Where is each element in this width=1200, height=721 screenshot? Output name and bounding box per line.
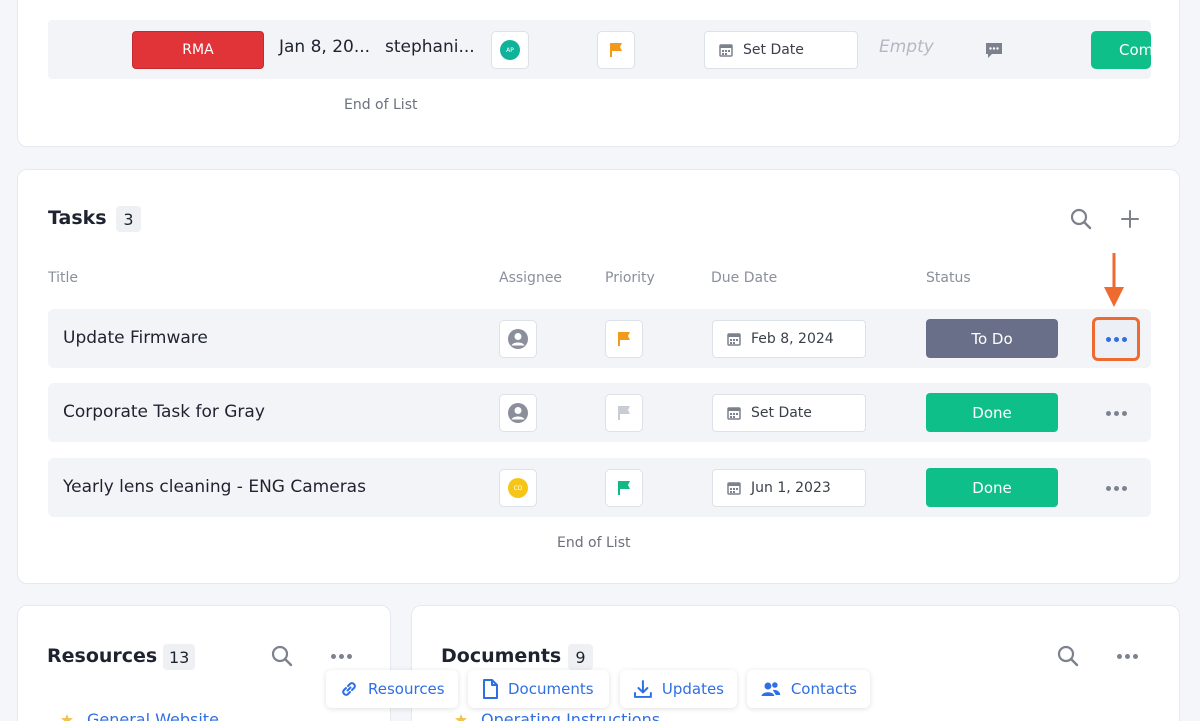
status-button[interactable]: Done [926,468,1058,507]
plus-icon [1121,210,1139,228]
default-avatar-icon [508,329,528,349]
flag-icon [618,332,630,346]
task-row[interactable]: Corporate Task for Gray Set Date Done [48,383,1151,442]
more-options-button[interactable] [1114,643,1140,669]
due-date-button[interactable]: Jun 1, 2023 [712,469,866,507]
avatar: CD [508,478,528,498]
tasks-card: Tasks 3 Title Assignee Priority Due Date… [17,169,1180,584]
task-title[interactable]: Yearly lens cleaning - ENG Cameras [63,477,366,497]
users-icon [761,682,781,696]
end-of-list: End of List [344,97,418,113]
end-of-list: End of List [557,535,631,551]
star-icon [61,711,73,721]
tasks-count-badge: 3 [116,206,141,232]
annotation-arrow [1104,253,1124,307]
empty-field[interactable]: Empty [879,37,934,57]
more-options-button[interactable] [328,643,354,669]
priority-button[interactable] [605,394,643,432]
priority-button[interactable] [605,320,643,358]
task-row[interactable]: Yearly lens cleaning - ENG Cameras CD Ju… [48,458,1151,517]
calendar-icon [727,407,741,420]
nav-documents-label: Documents [508,680,594,698]
task-title[interactable]: Corporate Task for Gray [63,402,265,422]
documents-title: Documents [441,645,562,667]
ellipsis-icon [1105,485,1127,491]
download-icon [633,680,652,698]
avatar: AP [500,40,520,60]
nav-resources-button[interactable]: Resources [326,670,458,708]
nav-documents-button[interactable]: Documents [468,670,609,708]
row-date: Jan 8, 20... [279,37,371,57]
row-user: stephani... [385,37,475,57]
search-icon[interactable] [1068,206,1094,232]
flag-icon [618,481,630,495]
resources-count-badge: 13 [163,644,196,670]
more-options-button[interactable] [1092,317,1140,361]
column-priority[interactable]: Priority [605,270,655,286]
assignee-button[interactable] [499,320,537,358]
column-status[interactable]: Status [926,270,971,286]
due-date-button[interactable]: Feb 8, 2024 [712,320,866,358]
assignee-button[interactable]: CD [499,469,537,507]
status-button[interactable]: Com [1091,31,1153,69]
task-row[interactable]: Update Firmware Feb 8, 2024 To Do [48,309,1151,368]
document-icon [483,679,498,699]
rma-tag[interactable]: RMA [132,31,264,69]
nav-contacts-label: Contacts [790,680,857,698]
status-button[interactable]: To Do [926,319,1058,358]
search-icon[interactable] [269,643,295,669]
calendar-icon [727,482,741,495]
ellipsis-icon [1116,653,1138,659]
column-assignee[interactable]: Assignee [499,270,562,286]
assignee-button[interactable] [499,394,537,432]
assignee-button[interactable]: AP [491,31,529,69]
nav-updates-button[interactable]: Updates [620,670,737,708]
flag-icon [610,43,622,57]
due-date-label: Jun 1, 2023 [751,480,831,496]
due-date-label: Set Date [743,42,804,58]
link-icon [342,682,356,696]
more-options-button[interactable] [1092,391,1140,435]
column-due-date[interactable]: Due Date [711,270,777,286]
task-title[interactable]: Update Firmware [63,328,208,348]
add-task-button[interactable] [1117,206,1143,232]
priority-button[interactable] [605,469,643,507]
more-options-button[interactable] [1092,466,1140,510]
default-avatar-icon [508,403,528,423]
calendar-icon [719,44,733,57]
document-link[interactable]: Operating Instructions [481,710,660,721]
tasks-title: Tasks [48,207,107,229]
due-date-label: Feb 8, 2024 [751,331,834,347]
ellipsis-icon [1105,336,1127,342]
star-icon [455,711,467,721]
nav-updates-label: Updates [661,680,724,698]
documents-count-badge: 9 [568,644,593,670]
due-date-button[interactable]: Set Date [712,394,866,432]
flag-icon [618,406,630,420]
comment-icon[interactable] [984,40,1004,64]
search-icon[interactable] [1055,643,1081,669]
nav-contacts-button[interactable]: Contacts [747,670,870,708]
status-button[interactable]: Done [926,393,1058,432]
ellipsis-icon [1105,410,1127,416]
due-date-label: Set Date [751,405,812,421]
ellipsis-icon [330,653,352,659]
resources-title: Resources [47,645,158,667]
due-date-button[interactable]: Set Date [704,31,858,69]
column-title[interactable]: Title [48,270,78,286]
nav-resources-label: Resources [368,680,445,698]
list-row[interactable]: RMA Jan 8, 20... stephani... AP Set Date… [48,20,1153,79]
resource-link[interactable]: General Website [87,710,219,721]
previous-list-card: RMA Jan 8, 20... stephani... AP Set Date… [17,0,1180,147]
calendar-icon [727,333,741,346]
priority-button[interactable] [597,31,635,69]
